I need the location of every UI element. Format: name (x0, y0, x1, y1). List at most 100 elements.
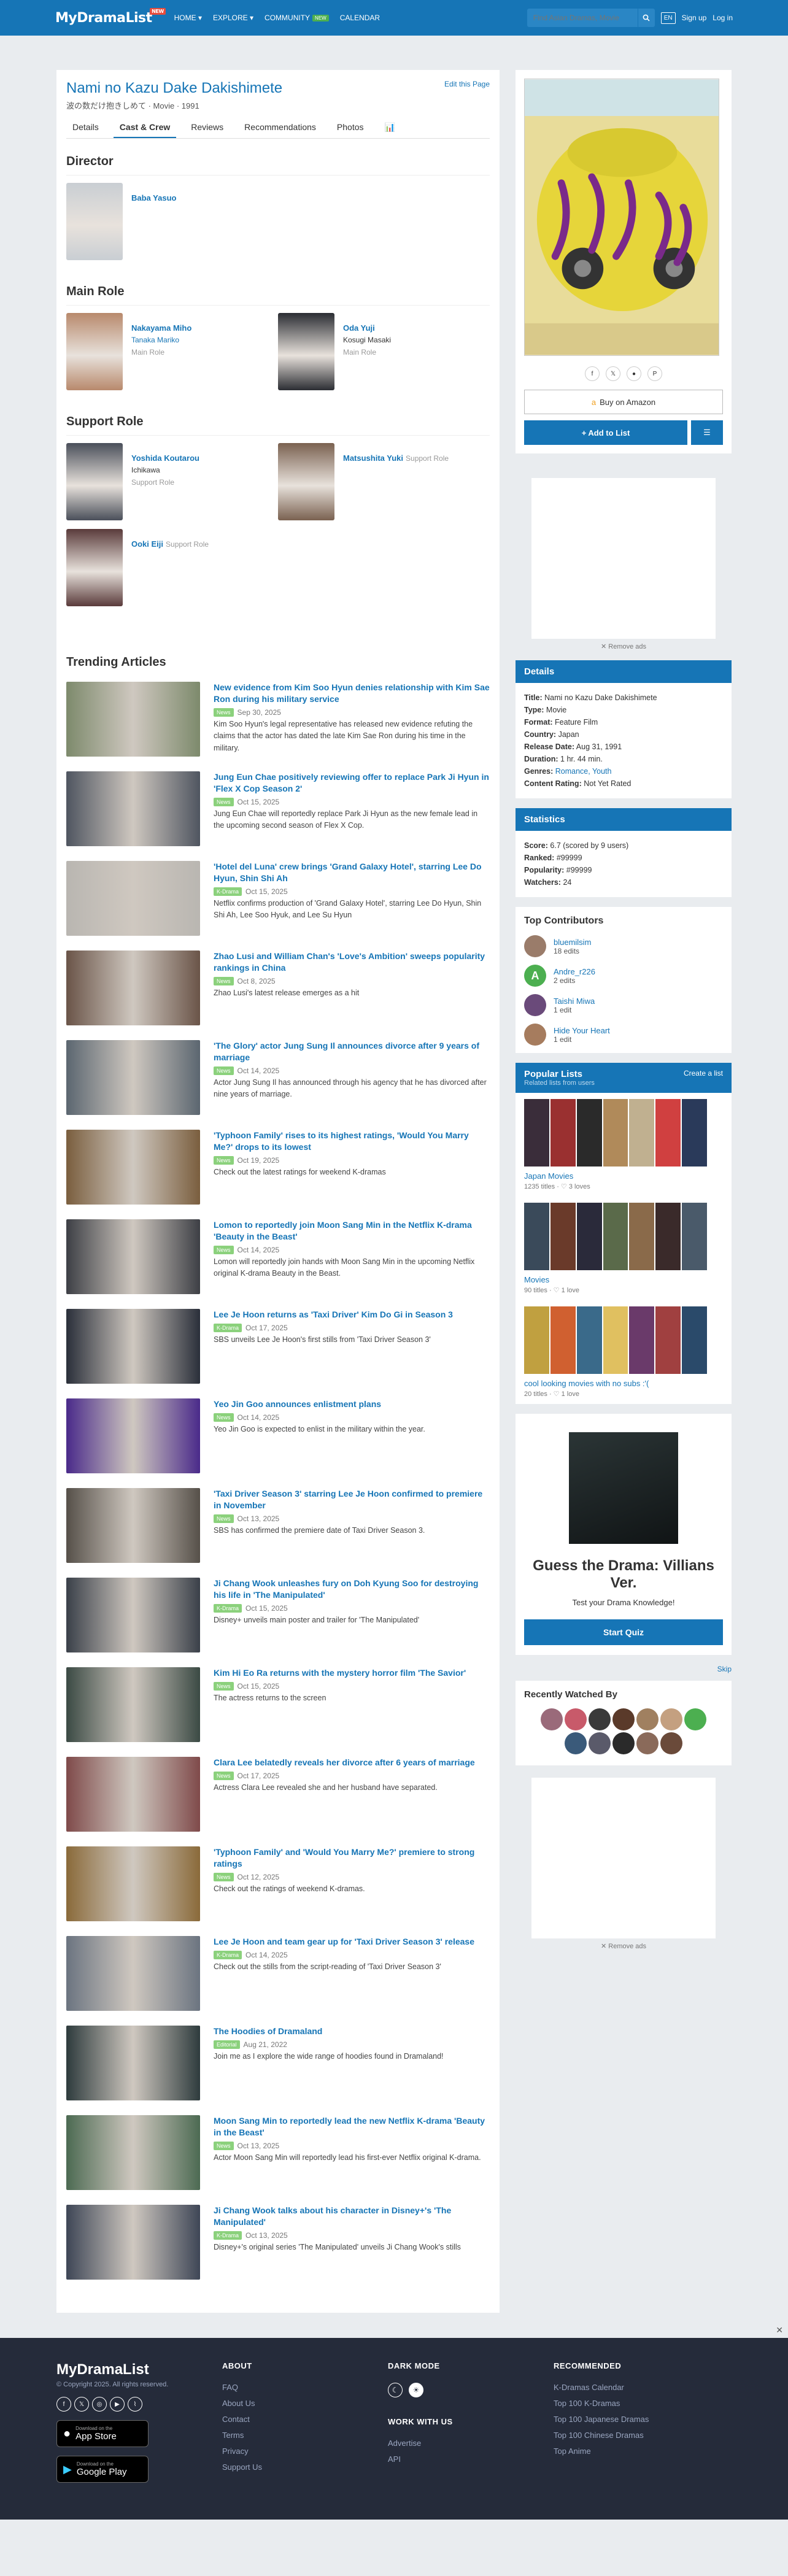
article-category-badge[interactable]: News (214, 1413, 234, 1422)
tab-statistics[interactable]: 📊 (379, 118, 401, 138)
avatar[interactable] (524, 1024, 546, 1046)
person-photo[interactable] (66, 183, 123, 260)
article-thumbnail[interactable] (66, 2026, 200, 2100)
sun-icon[interactable]: ☀ (409, 2383, 423, 2397)
remove-ads-link[interactable]: ✕ Remove ads (516, 642, 732, 650)
footer-link[interactable]: About Us (222, 2399, 388, 2408)
article-thumbnail[interactable] (66, 861, 200, 936)
article-title[interactable]: 'Taxi Driver Season 3' starring Lee Je H… (214, 1489, 482, 1510)
article-category-badge[interactable]: News (214, 1872, 234, 1881)
list-cover-images[interactable] (524, 1306, 708, 1374)
article-title[interactable]: Clara Lee belatedly reveals her divorce … (214, 1757, 475, 1767)
list-name[interactable]: Movies (524, 1275, 723, 1284)
rss-icon[interactable]: ⌇ (128, 2397, 142, 2412)
article-thumbnail[interactable] (66, 1130, 200, 1205)
footer-link[interactable]: Contact (222, 2415, 388, 2424)
list-cover-images[interactable] (524, 1203, 708, 1270)
tab-recommendations[interactable]: Recommendations (238, 118, 322, 138)
article-thumbnail[interactable] (66, 951, 200, 1025)
contributor-name[interactable]: Andre_r226 (554, 967, 595, 976)
article-category-badge[interactable]: News (214, 797, 234, 806)
tab-details[interactable]: Details (66, 118, 105, 138)
person-name[interactable]: Yoshida Koutarou (131, 453, 199, 463)
avatar[interactable]: A (524, 965, 546, 987)
article-category-badge[interactable]: News (214, 1066, 234, 1075)
article-thumbnail[interactable] (66, 1040, 200, 1115)
youtube-icon[interactable]: ▶ (110, 2397, 125, 2412)
person-name[interactable]: Ooki Eiji (131, 539, 163, 549)
avatar[interactable] (636, 1732, 659, 1754)
pinterest-icon[interactable]: P (647, 366, 662, 381)
footer-link[interactable]: Top Anime (554, 2447, 719, 2456)
article-thumbnail[interactable] (66, 1667, 200, 1742)
article-title[interactable]: Lee Je Hoon and team gear up for 'Taxi D… (214, 1937, 474, 1946)
article-thumbnail[interactable] (66, 1309, 200, 1384)
person-name[interactable]: Matsushita Yuki (343, 453, 403, 463)
list-name[interactable]: Japan Movies (524, 1171, 723, 1181)
close-icon[interactable]: ✕ (0, 2313, 788, 2338)
contributor-name[interactable]: Taishi Miwa (554, 997, 595, 1006)
signup-link[interactable]: Sign up (682, 13, 707, 22)
article-thumbnail[interactable] (66, 1578, 200, 1652)
article-thumbnail[interactable] (66, 771, 200, 846)
article-category-badge[interactable]: News (214, 1514, 234, 1523)
article-category-badge[interactable]: News (214, 976, 234, 985)
article-category-badge[interactable]: News (214, 1245, 234, 1254)
person-photo[interactable] (66, 313, 123, 390)
avatar[interactable] (636, 1708, 659, 1730)
article-title[interactable]: Ji Chang Wook unleashes fury on Doh Kyun… (214, 1578, 478, 1600)
start-quiz-button[interactable]: Start Quiz (524, 1619, 723, 1645)
article-title[interactable]: The Hoodies of Dramaland (214, 2026, 322, 2036)
person-photo[interactable] (278, 443, 334, 520)
person-name[interactable]: Nakayama Miho (131, 323, 191, 333)
moon-icon[interactable]: ☾ (388, 2383, 403, 2397)
reddit-icon[interactable]: ● (627, 366, 641, 381)
avatar[interactable] (589, 1732, 611, 1754)
skip-quiz-link[interactable]: Skip (516, 1665, 732, 1673)
article-category-badge[interactable]: K-Drama (214, 1323, 242, 1332)
contributor-name[interactable]: Hide Your Heart (554, 1026, 610, 1035)
avatar[interactable] (565, 1732, 587, 1754)
article-thumbnail[interactable] (66, 2115, 200, 2190)
article-thumbnail[interactable] (66, 1219, 200, 1294)
footer-link[interactable]: Top 100 Japanese Dramas (554, 2415, 719, 2424)
article-title[interactable]: Yeo Jin Goo announces enlistment plans (214, 1399, 381, 1409)
article-title[interactable]: New evidence from Kim Soo Hyun denies re… (214, 682, 490, 704)
article-title[interactable]: Kim Hi Eo Ra returns with the mystery ho… (214, 1668, 466, 1678)
create-list-link[interactable]: Create a list (684, 1069, 723, 1087)
article-title[interactable]: Moon Sang Min to reportedly lead the new… (214, 2116, 485, 2137)
article-category-badge[interactable]: News (214, 1771, 234, 1780)
article-category-badge[interactable]: K-Drama (214, 1603, 242, 1613)
avatar[interactable] (612, 1708, 635, 1730)
article-title[interactable]: 'Typhoon Family' rises to its highest ra… (214, 1130, 469, 1152)
article-category-badge[interactable]: News (214, 1155, 234, 1165)
footer-link[interactable]: Top 100 Chinese Dramas (554, 2431, 719, 2440)
login-link[interactable]: Log in (713, 13, 733, 22)
list-cover-images[interactable] (524, 1099, 708, 1167)
tab-photos[interactable]: Photos (331, 118, 370, 138)
article-title[interactable]: 'The Glory' actor Jung Sung Il announces… (214, 1041, 479, 1062)
article-title[interactable]: Lomon to reportedly join Moon Sang Min i… (214, 1220, 472, 1241)
avatar[interactable] (660, 1708, 682, 1730)
article-category-badge[interactable]: K-Drama (214, 2231, 242, 2240)
article-thumbnail[interactable] (66, 1936, 200, 2011)
footer-link[interactable]: Top 100 K-Dramas (554, 2399, 719, 2408)
person-photo[interactable] (66, 443, 123, 520)
language-selector[interactable]: EN (660, 12, 676, 24)
avatar[interactable] (524, 935, 546, 957)
avatar[interactable] (565, 1708, 587, 1730)
edit-page-link[interactable]: Edit this Page (444, 80, 490, 88)
person-name[interactable]: Oda Yuji (343, 323, 375, 333)
article-thumbnail[interactable] (66, 1846, 200, 1921)
footer-link[interactable]: K-Dramas Calendar (554, 2383, 719, 2392)
avatar[interactable] (524, 994, 546, 1016)
twitter-icon[interactable]: 𝕏 (74, 2397, 89, 2412)
detail-value[interactable]: Romance, Youth (555, 767, 612, 776)
article-category-badge[interactable]: Editorial (214, 2040, 240, 2049)
avatar[interactable] (541, 1708, 563, 1730)
avatar[interactable] (660, 1732, 682, 1754)
article-thumbnail[interactable] (66, 1757, 200, 1832)
article-title[interactable]: 'Hotel del Luna' crew brings 'Grand Gala… (214, 862, 482, 883)
add-to-list-button[interactable]: + Add to List (524, 420, 687, 445)
article-title[interactable]: Zhao Lusi and William Chan's 'Love's Amb… (214, 951, 485, 973)
